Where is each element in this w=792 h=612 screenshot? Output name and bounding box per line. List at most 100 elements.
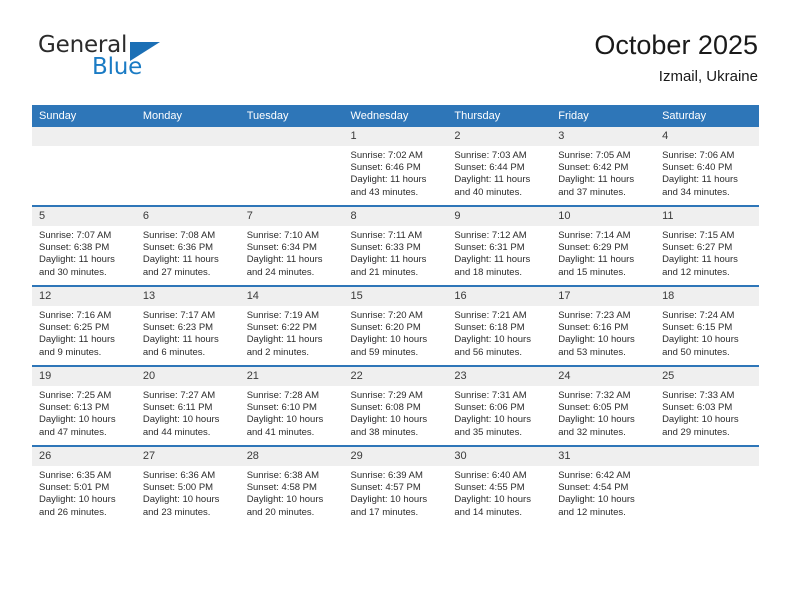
calendar-day-cell[interactable]: 1 Sunrise: 7:02 AM Sunset: 6:46 PM Daylight… — [343, 127, 448, 206]
sunrise-text: Sunrise: 7:02 AM — [350, 150, 423, 161]
daylight-text-line2: and 40 minutes. — [454, 186, 522, 198]
sunset-text: Sunset: 6:06 PM — [454, 402, 525, 414]
calendar-day-cell[interactable]: 9 Sunrise: 7:12 AM Sunset: 6:31 PM Daylight… — [447, 205, 552, 286]
logo-text-blue: Blue — [92, 54, 143, 80]
calendar-day-cell[interactable]: 5 Sunrise: 7:07 AM Sunset: 6:38 PM Daylight… — [32, 205, 136, 286]
day-details: Sunrise: 7:25 AM Sunset: 6:13 PM Daylight:… — [32, 386, 136, 439]
day-number: 23 — [447, 367, 552, 386]
day-details: Sunrise: 7:07 AM Sunset: 6:38 PM Daylight:… — [32, 226, 136, 279]
sunrise-text: Sunrise: 7:05 AM — [558, 150, 631, 161]
daylight-text-line1: Daylight: 11 hours — [39, 334, 115, 346]
calendar-day-cell[interactable]: 4 Sunrise: 7:06 AM Sunset: 6:40 PM Daylight… — [655, 127, 759, 206]
logo-general-blue[interactable]: General Blue — [34, 32, 264, 94]
daylight-text-line2: and 43 minutes. — [350, 186, 419, 198]
sunrise-text: Sunrise: 7:27 AM — [142, 390, 216, 401]
day-details: Sunrise: 7:27 AM Sunset: 6:11 PM Daylight:… — [136, 386, 240, 439]
calendar-day-cell[interactable]: 31 Sunrise: 6:42 AM Sunset: 4:54 PM Dayligh… — [551, 445, 656, 525]
calendar-day-cell[interactable]: 6 Sunrise: 7:08 AM Sunset: 6:36 PM Daylight… — [135, 205, 240, 286]
daylight-text-line2: and 56 minutes. — [454, 346, 522, 358]
day-number: 9 — [447, 207, 552, 226]
day-details: Sunrise: 7:12 AM Sunset: 6:31 PM Daylight:… — [447, 226, 551, 279]
calendar-day-cell[interactable]: 21 Sunrise: 7:28 AM Sunset: 6:10 PM Dayligh… — [239, 365, 344, 446]
calendar-header-row: Sunday Monday Tuesday Wednesday Thursday Frid… — [32, 105, 759, 127]
page-title: October 2025 — [594, 30, 758, 60]
sunset-text: Sunset: 5:01 PM — [39, 482, 110, 494]
calendar-day-cell[interactable]: 11 Sunrise: 7:15 AM Sunset: 6:27 PM Dayligh… — [655, 205, 759, 286]
calendar-day-cell[interactable]: 20 Sunrise: 7:27 AM Sunset: 6:11 PM Dayligh… — [135, 365, 240, 446]
sunset-text: Sunset: 6:38 PM — [39, 242, 110, 254]
weekday-header-saturday: Saturday — [655, 105, 759, 127]
day-details: Sunrise: 7:21 AM Sunset: 6:18 PM Daylight:… — [447, 306, 551, 359]
daylight-text-line2: and 20 minutes. — [246, 506, 315, 518]
sunrise-text: Sunrise: 7:11 AM — [350, 230, 423, 241]
calendar-day-cell[interactable]: 26 Sunrise: 6:35 AM Sunset: 5:01 PM Dayligh… — [32, 445, 136, 525]
calendar-day-cell[interactable]: 13 Sunrise: 7:17 AM Sunset: 6:23 PM Dayligh… — [135, 285, 240, 366]
day-number: 26 — [32, 447, 136, 466]
daylight-text-line2: and 53 minutes. — [558, 346, 626, 358]
calendar-day-cell[interactable]: 28 Sunrise: 6:38 AM Sunset: 4:58 PM Dayligh… — [239, 445, 344, 525]
calendar-day-cell[interactable]: 27 Sunrise: 6:36 AM Sunset: 5:00 PM Dayligh… — [135, 445, 240, 525]
calendar-day-cell[interactable]: 24 Sunrise: 7:32 AM Sunset: 6:05 PM Dayligh… — [551, 365, 656, 446]
daylight-text-line2: and 9 minutes. — [39, 346, 102, 358]
sunset-text: Sunset: 4:54 PM — [558, 482, 629, 494]
page-subtitle-location: Izmail, Ukraine — [658, 68, 758, 85]
sunrise-text: Sunrise: 7:06 AM — [662, 150, 735, 161]
daylight-text-line1: Daylight: 10 hours — [246, 414, 324, 426]
sunrise-text: Sunrise: 6:42 AM — [558, 470, 631, 481]
sunset-text: Sunset: 6:23 PM — [142, 322, 214, 334]
day-number: 5 — [32, 207, 136, 226]
calendar-day-cell[interactable]: 29 Sunrise: 6:39 AM Sunset: 4:57 PM Dayligh… — [343, 445, 448, 525]
daylight-text-line2: and 14 minutes. — [454, 506, 522, 518]
calendar-day-cell[interactable]: 3 Sunrise: 7:05 AM Sunset: 6:42 PM Daylight… — [551, 127, 656, 206]
daylight-text-line2: and 18 minutes. — [454, 266, 522, 278]
sunset-text: Sunset: 6:10 PM — [246, 402, 317, 414]
calendar-day-cell[interactable]: 14 Sunrise: 7:19 AM Sunset: 6:22 PM Dayligh… — [239, 285, 344, 366]
calendar-day-cell[interactable]: 15 Sunrise: 7:20 AM Sunset: 6:20 PM Dayligh… — [343, 285, 448, 366]
day-details: Sunrise: 6:36 AM Sunset: 5:00 PM Daylight:… — [136, 466, 240, 519]
calendar-day-cell[interactable]: 7 Sunrise: 7:10 AM Sunset: 6:34 PM Daylight… — [239, 205, 344, 286]
calendar-day-cell-empty — [239, 127, 344, 206]
day-details: Sunrise: 7:05 AM Sunset: 6:42 PM Daylight:… — [551, 146, 655, 199]
daylight-text-line2: and 37 minutes. — [558, 186, 626, 198]
day-number: 7 — [239, 207, 344, 226]
day-details: Sunrise: 6:40 AM Sunset: 4:55 PM Daylight:… — [447, 466, 551, 519]
calendar-body: 1 Sunrise: 7:02 AM Sunset: 6:46 PM Daylight… — [32, 127, 759, 525]
calendar-day-cell[interactable]: 16 Sunrise: 7:21 AM Sunset: 6:18 PM Dayligh… — [447, 285, 552, 366]
daylight-text-line1: Daylight: 11 hours — [662, 254, 738, 266]
sunrise-text: Sunrise: 7:15 AM — [662, 230, 735, 241]
day-number: 6 — [135, 207, 240, 226]
sunset-text: Sunset: 5:00 PM — [142, 482, 214, 494]
sunrise-text: Sunrise: 7:07 AM — [39, 230, 112, 241]
sunrise-text: Sunrise: 7:23 AM — [558, 310, 631, 321]
calendar-day-cell[interactable]: 25 Sunrise: 7:33 AM Sunset: 6:03 PM Dayligh… — [655, 365, 759, 446]
daylight-text-line2: and 17 minutes. — [350, 506, 419, 518]
weekday-header-monday: Monday — [135, 105, 240, 127]
day-details: Sunrise: 7:15 AM Sunset: 6:27 PM Daylight:… — [655, 226, 759, 279]
day-number: 3 — [551, 127, 656, 146]
calendar-day-cell[interactable]: 2 Sunrise: 7:03 AM Sunset: 6:44 PM Daylight… — [447, 127, 552, 206]
calendar-day-cell[interactable]: 8 Sunrise: 7:11 AM Sunset: 6:33 PM Daylight… — [343, 205, 448, 286]
calendar-day-cell[interactable]: 22 Sunrise: 7:29 AM Sunset: 6:08 PM Dayligh… — [343, 365, 448, 446]
calendar-day-cell[interactable]: 23 Sunrise: 7:31 AM Sunset: 6:06 PM Dayligh… — [447, 365, 552, 446]
daylight-text-line2: and 38 minutes. — [350, 426, 419, 438]
weekday-header-wednesday: Wednesday — [343, 105, 448, 127]
day-number: 8 — [343, 207, 448, 226]
sunrise-text: Sunrise: 7:17 AM — [142, 310, 216, 321]
daylight-text-line1: Daylight: 10 hours — [662, 334, 739, 346]
day-details: Sunrise: 7:20 AM Sunset: 6:20 PM Daylight:… — [344, 306, 448, 359]
day-number: 1 — [343, 127, 448, 146]
calendar-day-cell[interactable]: 30 Sunrise: 6:40 AM Sunset: 4:55 PM Dayligh… — [447, 445, 552, 525]
calendar-day-cell[interactable]: 17 Sunrise: 7:23 AM Sunset: 6:16 PM Dayligh… — [551, 285, 656, 366]
day-number: 11 — [655, 207, 759, 226]
daylight-text-line1: Daylight: 11 hours — [350, 174, 427, 186]
daylight-text-line1: Daylight: 10 hours — [454, 334, 531, 346]
calendar-day-cell[interactable]: 19 Sunrise: 7:25 AM Sunset: 6:13 PM Dayligh… — [32, 365, 136, 446]
daylight-text-line1: Daylight: 11 hours — [454, 254, 531, 266]
calendar-day-cell[interactable]: 12 Sunrise: 7:16 AM Sunset: 6:25 PM Dayligh… — [32, 285, 136, 366]
day-number: 31 — [551, 447, 656, 466]
calendar-day-cell[interactable]: 18 Sunrise: 7:24 AM Sunset: 6:15 PM Dayligh… — [655, 285, 759, 366]
day-details: Sunrise: 7:29 AM Sunset: 6:08 PM Daylight:… — [344, 386, 448, 439]
day-number: 25 — [655, 367, 759, 386]
sunset-text: Sunset: 6:05 PM — [558, 402, 629, 414]
calendar-day-cell[interactable]: 10 Sunrise: 7:14 AM Sunset: 6:29 PM Dayligh… — [551, 205, 656, 286]
